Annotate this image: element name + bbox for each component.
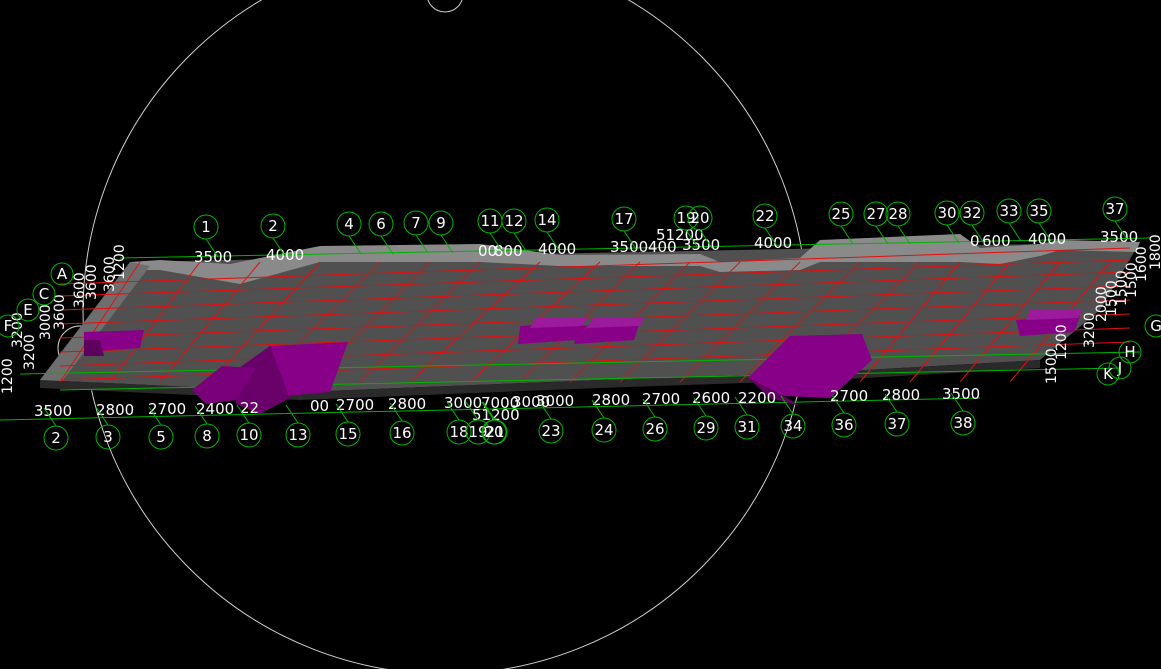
bottom-total-dimension-label: 51200: [472, 406, 520, 424]
top-axis-bubble-label: 37: [1105, 200, 1124, 218]
top-axis-bubble-label: 27: [866, 205, 885, 223]
bottom-dimension-label: 2800: [882, 386, 920, 404]
top-dimension-label: 600: [982, 232, 1011, 250]
bottom-axis-bubble-label: 26: [645, 420, 664, 438]
top-axis-bubble-label: 20: [690, 209, 709, 227]
bottom-axis-bubble-label: 23: [541, 422, 560, 440]
right-axis-bubble-label: G: [1150, 317, 1161, 335]
left-axis-dimension-label: 1200: [0, 358, 16, 394]
right-axis-dimension-label: 1500: [1044, 348, 1060, 384]
top-axis-bubble-label: 30: [937, 204, 956, 222]
top-axis-bubble-label: 33: [999, 202, 1018, 220]
top-axis-bubble-label: 28: [888, 205, 907, 223]
bottom-axis-bubble-label: 36: [834, 416, 853, 434]
top-dimension-label: 4000: [754, 234, 792, 252]
bottom-axis-bubble-label: 10: [239, 426, 258, 444]
3d-model-viewport[interactable]: 3500 4000 00 800 4000 3500 400 3500 4000…: [0, 0, 1161, 669]
bottom-axis-bubble-label: 24: [594, 421, 613, 439]
right-axis-dimension-label: 3200: [1082, 312, 1098, 348]
bottom-axis-bubble-label: 38: [953, 414, 972, 432]
bottom-axis-bubble-label: 16: [392, 424, 411, 442]
bottom-dimension-label: 3500: [34, 402, 72, 420]
bottom-dimension-label: 2700: [830, 387, 868, 405]
bottom-dimension-label: 2200: [738, 389, 776, 407]
left-axis-bubble-label: F: [4, 317, 13, 335]
bottom-axis-bubble-label: 34: [783, 417, 802, 435]
top-axis-bubble-label: 2: [268, 217, 278, 235]
top-axis-bubble-label: 11: [480, 212, 499, 230]
bottom-axis-bubble-label: 8: [202, 427, 212, 445]
bottom-axis-bubble-label: 3: [103, 428, 113, 446]
top-axis-bubble-label: 4: [344, 215, 354, 233]
bottom-dimension-label: 00: [310, 397, 329, 415]
bottom-dimension-label: 3500: [942, 385, 980, 403]
bottom-dimension-label: 2800: [388, 395, 426, 413]
bottom-axis-bubble-label: 31: [737, 418, 756, 436]
bottom-axis-bubble-label: 5: [156, 428, 166, 446]
bottom-axis-bubble-label: 37: [887, 415, 906, 433]
top-axis-bubble-label: 9: [436, 214, 446, 232]
left-axis-dimension-label: 3600: [84, 264, 100, 300]
bottom-dimension-label: 3000: [536, 392, 574, 410]
bottom-dimension-label: 2700: [336, 396, 374, 414]
top-axis-bubble-label: 14: [537, 211, 556, 229]
top-dimension-label: 4000: [1028, 230, 1066, 248]
bottom-axis-bubble-label: 15: [338, 425, 357, 443]
top-axis-bubble-label: 6: [376, 215, 386, 233]
bottom-dimension-label: 2800: [592, 391, 630, 409]
top-dimension-label: 4000: [266, 246, 304, 264]
top-axis-bubble-label: 25: [831, 205, 850, 223]
left-axis-dimension-label: 3600: [52, 294, 68, 330]
left-axis-bubble-label: A: [57, 265, 68, 283]
right-axis-bubble-label: K: [1103, 365, 1114, 383]
top-dimension-label: 3500: [194, 248, 232, 266]
top-axis-bubble-label: 35: [1029, 202, 1048, 220]
top-axis-bubble-label: 22: [755, 207, 774, 225]
top-dimension-label: 3500: [1100, 228, 1138, 246]
left-axis-bubble-label: C: [39, 285, 49, 303]
bottom-axis-bubble-label: 21: [485, 423, 504, 441]
bottom-axis-bubble-label: 29: [696, 419, 715, 437]
top-dimension-label: 4000: [538, 240, 576, 258]
top-axis-bubble-label: 17: [614, 210, 633, 228]
top-dimension-label: 3500: [610, 238, 648, 256]
left-axis-dimension-label: 1200: [112, 244, 128, 280]
bottom-dimension-label: 2700: [148, 400, 186, 418]
top-axis-bubble-label: 1: [201, 218, 211, 236]
top-axis-bubble-label: 7: [411, 214, 421, 232]
top-axis-bubble-label: 32: [962, 204, 981, 222]
top-axis-bubble-label: 12: [504, 212, 523, 230]
left-axis-bubble-label: E: [23, 301, 32, 319]
bottom-axis-bubble-label: 13: [288, 426, 307, 444]
bottom-axis-bubble-label: 2: [51, 429, 61, 447]
